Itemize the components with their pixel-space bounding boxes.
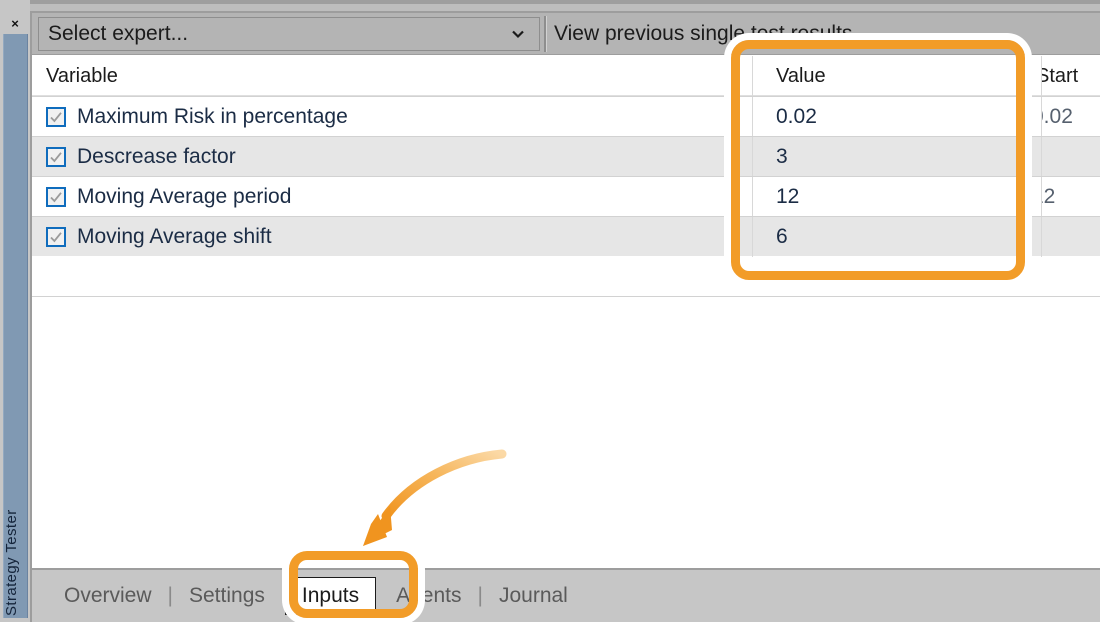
tab-settings[interactable]: Settings bbox=[185, 582, 269, 610]
row-variable-cell: Moving Average shift bbox=[32, 217, 752, 257]
row-value-label: 6 bbox=[776, 225, 788, 248]
tab-journal[interactable]: Journal bbox=[495, 582, 572, 610]
checkmark-icon bbox=[50, 192, 62, 203]
view-previous-results-control[interactable]: View previous single test results bbox=[550, 17, 852, 51]
row-variable-label: Descrease factor bbox=[77, 145, 236, 168]
expert-select-combobox[interactable]: Select expert... bbox=[38, 17, 540, 51]
column-header-start[interactable]: Start bbox=[1042, 56, 1100, 96]
column-header-variable-label: Variable bbox=[46, 64, 118, 87]
close-icon[interactable]: × bbox=[0, 12, 30, 34]
tab-divider: | bbox=[477, 584, 483, 607]
left-dock: × Strategy Tester bbox=[0, 0, 30, 622]
row-value-cell[interactable]: 3 bbox=[754, 137, 1042, 177]
row-variable-cell: Descrease factor bbox=[32, 137, 752, 177]
chevron-down-icon bbox=[512, 30, 524, 39]
row-start-cell[interactable] bbox=[1042, 217, 1100, 257]
row-variable-label: Maximum Risk in percentage bbox=[77, 105, 348, 128]
column-divider bbox=[752, 137, 753, 177]
column-divider bbox=[752, 97, 753, 137]
window-chrome-band bbox=[0, 4, 1100, 11]
tab-agents[interactable]: Agents bbox=[392, 582, 465, 610]
row-start-label: 12 bbox=[1042, 185, 1056, 208]
row-value-label: 12 bbox=[776, 185, 800, 208]
table-header-row: Variable Value Start bbox=[32, 56, 1100, 96]
checkmark-icon bbox=[50, 232, 62, 243]
checkmark-icon bbox=[50, 152, 62, 163]
table-row[interactable]: Maximum Risk in percentage 0.02 0.02 bbox=[32, 96, 1100, 137]
table-empty-area bbox=[32, 296, 1100, 569]
row-variable-label: Moving Average shift bbox=[77, 225, 272, 248]
column-divider bbox=[752, 56, 753, 96]
row-value-label: 0.02 bbox=[776, 105, 817, 128]
row-variable-cell: Maximum Risk in percentage bbox=[32, 97, 752, 137]
column-header-start-label: Start bbox=[1042, 64, 1079, 87]
view-previous-results-label: View previous single test results bbox=[554, 22, 853, 45]
table-row[interactable]: Moving Average period 12 12 bbox=[32, 176, 1100, 217]
row-value-cell[interactable]: 6 bbox=[754, 217, 1042, 257]
row-start-cell[interactable]: 0.02 bbox=[1042, 97, 1100, 137]
bottom-tab-bar: Overview | Settings Inputs Agents | Jour… bbox=[32, 568, 1100, 622]
strategy-tester-dock-label: Strategy Tester bbox=[3, 509, 20, 616]
column-divider bbox=[752, 217, 753, 257]
column-header-value-label: Value bbox=[776, 64, 826, 87]
row-variable-cell: Moving Average period bbox=[32, 177, 752, 217]
row-value-cell[interactable]: 12 bbox=[754, 177, 1042, 217]
row-checkbox[interactable] bbox=[46, 187, 66, 207]
tab-overview[interactable]: Overview bbox=[60, 582, 156, 610]
row-checkbox[interactable] bbox=[46, 227, 66, 247]
tab-divider: | bbox=[167, 584, 173, 607]
strategy-tester-panel: Select expert... View previous single te… bbox=[30, 13, 1100, 622]
row-start-cell[interactable]: 12 bbox=[1042, 177, 1100, 217]
table-row[interactable]: Descrease factor 3 bbox=[32, 136, 1100, 177]
expert-select-value: Select expert... bbox=[48, 22, 189, 45]
row-value-cell[interactable]: 0.02 bbox=[754, 97, 1042, 137]
row-checkbox[interactable] bbox=[46, 107, 66, 127]
column-header-value[interactable]: Value bbox=[754, 56, 1042, 96]
checkmark-icon bbox=[50, 112, 62, 123]
column-divider bbox=[752, 177, 753, 217]
inputs-table: Variable Value Start Maximum Risk in per… bbox=[32, 56, 1100, 257]
row-start-cell[interactable] bbox=[1042, 137, 1100, 177]
row-start-label: 0.02 bbox=[1042, 105, 1073, 128]
row-variable-label: Moving Average period bbox=[77, 185, 292, 208]
strategy-tester-window: × Strategy Tester Select expert... View … bbox=[0, 0, 1100, 622]
table-row[interactable]: Moving Average shift 6 bbox=[32, 216, 1100, 257]
toolbar-separator bbox=[544, 16, 547, 52]
toolbar: Select expert... View previous single te… bbox=[32, 13, 1100, 55]
row-checkbox[interactable] bbox=[46, 147, 66, 167]
column-header-variable[interactable]: Variable bbox=[32, 56, 752, 96]
tab-inputs[interactable]: Inputs bbox=[284, 577, 377, 615]
row-value-label: 3 bbox=[776, 145, 788, 168]
